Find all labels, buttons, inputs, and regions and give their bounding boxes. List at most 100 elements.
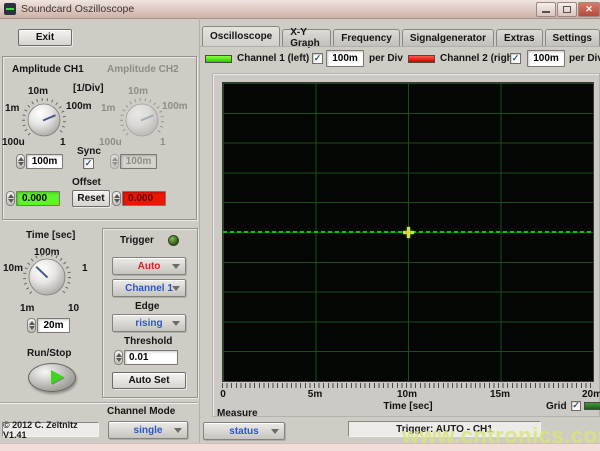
trigger-source-select[interactable]: Channel 1 bbox=[112, 279, 186, 297]
channel-mode-value: single bbox=[134, 425, 163, 436]
divider bbox=[0, 402, 198, 403]
time-scale-1m: 1m bbox=[20, 303, 34, 314]
spinner-up-icon bbox=[18, 157, 24, 161]
left-control-panel: Exit Amplitude CH1 Amplitude CH2 [1/Div]… bbox=[0, 18, 200, 443]
offset-ch1-spinner[interactable] bbox=[6, 191, 15, 206]
x-tick-label: 10m bbox=[387, 389, 427, 400]
time-scale-10m: 10m bbox=[3, 263, 23, 274]
trigger-edge-value: rising bbox=[135, 318, 162, 329]
grid-color-swatch[interactable] bbox=[584, 402, 600, 410]
offset-ch2-spinner[interactable] bbox=[112, 191, 121, 206]
channel1-enable-checkbox[interactable]: ✓ bbox=[312, 53, 323, 64]
chevron-down-icon bbox=[172, 321, 180, 326]
exit-button[interactable]: Exit bbox=[18, 29, 72, 46]
spinner-up-icon bbox=[8, 194, 14, 198]
amp-ch1-scale-1m: 1m bbox=[5, 103, 19, 114]
channel2-per-div-field[interactable]: 100m bbox=[527, 50, 565, 67]
tab-label: Extras bbox=[504, 33, 535, 44]
threshold-value-field[interactable]: 0.01 bbox=[124, 350, 178, 365]
spinner-down-icon bbox=[8, 199, 14, 203]
run-stop-label: Run/Stop bbox=[27, 348, 71, 359]
main-area: Exit Amplitude CH1 Amplitude CH2 [1/Div]… bbox=[0, 18, 600, 443]
auto-set-label: Auto Set bbox=[128, 375, 169, 386]
threshold-label: Threshold bbox=[124, 336, 172, 347]
auto-set-button[interactable]: Auto Set bbox=[112, 372, 186, 389]
spinner-down-icon bbox=[112, 162, 118, 166]
cursor-crosshair[interactable] bbox=[407, 227, 410, 238]
exit-button-label: Exit bbox=[36, 32, 54, 43]
amp-ch1-value-field[interactable]: 100m bbox=[26, 154, 63, 169]
trigger-mode-select[interactable]: Auto bbox=[112, 257, 186, 275]
spinner-down-icon bbox=[116, 358, 122, 362]
measure-value: status bbox=[229, 426, 258, 437]
x-axis-ticks bbox=[222, 383, 593, 388]
amplitude-ch2-title: Amplitude CH2 bbox=[107, 64, 179, 75]
channel1-per-div-field[interactable]: 100m bbox=[326, 50, 364, 67]
window-title: Soundcard Oszilloscope bbox=[21, 3, 134, 15]
amp-ch1-spinner[interactable] bbox=[16, 154, 25, 169]
maximize-button[interactable] bbox=[557, 2, 577, 17]
time-value-field[interactable]: 20m bbox=[37, 318, 70, 333]
offset-ch2-field[interactable]: 0.000 bbox=[122, 191, 166, 206]
tab-signalgenerator[interactable]: Signalgenerator bbox=[402, 29, 494, 46]
amplitude-unit-label: [1/Div] bbox=[73, 83, 104, 94]
amp-ch2-scale-1m: 1m bbox=[101, 103, 115, 114]
sync-checkbox[interactable]: ✓ bbox=[83, 158, 94, 169]
offset-ch1-field[interactable]: 0.000 bbox=[16, 191, 60, 206]
close-button[interactable]: ✕ bbox=[578, 2, 600, 17]
sync-label: Sync bbox=[77, 146, 101, 157]
amplitude-ch2-knob[interactable] bbox=[120, 98, 164, 142]
tab-bar: Oscilloscope X-Y Graph Frequency Signalg… bbox=[202, 26, 600, 46]
time-scale-1: 1 bbox=[82, 263, 88, 274]
close-icon: ✕ bbox=[585, 4, 593, 15]
channel1-per-div-label: per Div bbox=[369, 53, 403, 64]
time-knob[interactable] bbox=[22, 252, 72, 302]
chevron-down-icon bbox=[174, 428, 182, 433]
offset-reset-button[interactable]: Reset bbox=[72, 190, 110, 207]
scope-display[interactable] bbox=[222, 82, 594, 382]
x-tick-label: 20m bbox=[572, 389, 600, 400]
amp-ch2-spinner bbox=[110, 154, 119, 169]
spinner-down-icon bbox=[29, 326, 35, 330]
tab-extras[interactable]: Extras bbox=[496, 29, 543, 46]
spinner-up-icon bbox=[116, 353, 122, 357]
trigger-source-value: Channel 1 bbox=[125, 283, 173, 294]
minimize-button[interactable] bbox=[536, 2, 556, 17]
app-icon bbox=[4, 3, 16, 15]
tab-xy-graph[interactable]: X-Y Graph bbox=[282, 29, 331, 46]
channel-mode-select[interactable]: single bbox=[108, 421, 188, 439]
x-tick-label: 0 bbox=[203, 389, 243, 400]
tab-baseline bbox=[200, 46, 600, 47]
amp-ch1-scale-10m: 10m bbox=[28, 86, 48, 97]
grid-label: Grid bbox=[546, 401, 567, 412]
tab-frequency[interactable]: Frequency bbox=[333, 29, 400, 46]
trigger-edge-select[interactable]: rising bbox=[112, 314, 186, 332]
spinner-down-icon bbox=[114, 199, 120, 203]
check-icon: ✓ bbox=[314, 54, 322, 63]
check-icon: ✓ bbox=[572, 401, 580, 410]
play-icon bbox=[51, 370, 64, 384]
grid-checkbox[interactable]: ✓ bbox=[571, 401, 581, 411]
scope-page: Oscilloscope X-Y Graph Frequency Signalg… bbox=[200, 18, 600, 443]
amp-ch1-scale-100m: 100m bbox=[66, 101, 92, 112]
amp-ch2-scale-100m: 100m bbox=[162, 101, 188, 112]
x-tick-label: 15m bbox=[480, 389, 520, 400]
trigger-led bbox=[168, 235, 179, 246]
reset-button-label: Reset bbox=[77, 193, 104, 204]
measure-select[interactable]: status bbox=[203, 422, 285, 440]
tab-settings[interactable]: Settings bbox=[545, 29, 600, 46]
channel1-color-swatch bbox=[205, 55, 232, 63]
spinner-up-icon bbox=[114, 194, 120, 198]
soundcard-oscilloscope-window: { "window": {"title": "Soundcard Oszillo… bbox=[0, 0, 600, 450]
time-spinner[interactable] bbox=[27, 318, 36, 333]
run-stop-button[interactable] bbox=[28, 363, 76, 392]
channel2-label: Channel 2 (right) bbox=[440, 53, 519, 64]
tab-label: Settings bbox=[553, 33, 592, 44]
tab-oscilloscope[interactable]: Oscilloscope bbox=[202, 26, 280, 46]
channel2-enable-checkbox[interactable]: ✓ bbox=[510, 53, 521, 64]
amplitude-ch1-knob[interactable] bbox=[22, 98, 66, 142]
trigger-mode-value: Auto bbox=[138, 261, 161, 272]
minimize-icon bbox=[542, 11, 550, 13]
check-icon: ✓ bbox=[85, 159, 93, 168]
threshold-spinner[interactable] bbox=[114, 350, 123, 365]
